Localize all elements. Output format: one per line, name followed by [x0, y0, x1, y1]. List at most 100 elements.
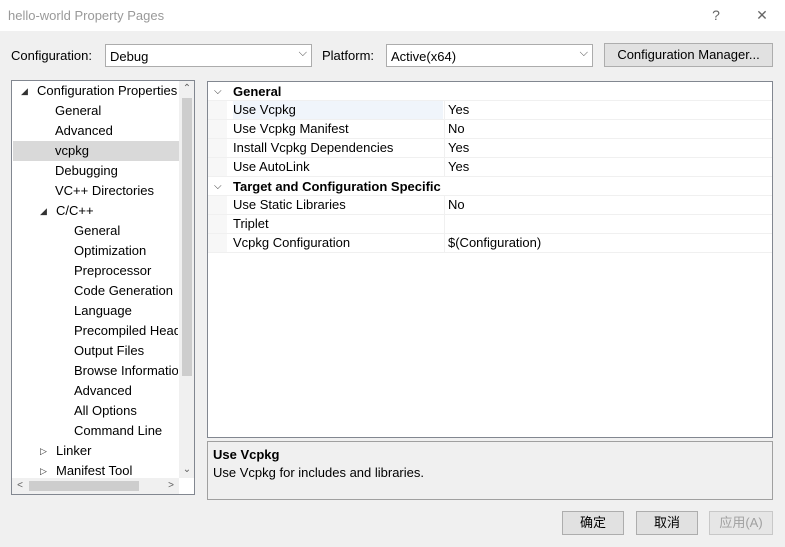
collapsed-arrow-icon[interactable]: ▷	[40, 441, 47, 461]
tree-item[interactable]: Precompiled Headers	[12, 321, 178, 341]
category-title: Target and Configuration Specific	[233, 179, 441, 194]
tree-item-label: C/C++	[56, 203, 94, 218]
tree-item[interactable]: ◢ Configuration Properties	[12, 81, 178, 101]
property-name: Triplet	[233, 216, 269, 231]
tree-item[interactable]: Optimization	[12, 241, 178, 261]
tree-item[interactable]: ▷ Linker	[12, 441, 178, 461]
scroll-thumb[interactable]	[182, 98, 192, 376]
row-gutter	[208, 101, 227, 119]
property-value[interactable]: Yes	[448, 158, 469, 176]
chevron-down-icon: ⌵	[579, 47, 588, 59]
property-name: Use Static Libraries	[233, 197, 346, 212]
tree-item-label: Debugging	[55, 163, 118, 178]
property-row[interactable]: Use Vcpkg Manifest No	[208, 120, 772, 139]
tree-item[interactable]: Advanced	[12, 381, 178, 401]
tree-horizontal-scrollbar[interactable]: < >	[12, 478, 179, 494]
help-button[interactable]: ?	[693, 0, 739, 31]
cancel-button[interactable]: 取消	[636, 511, 698, 535]
expanded-arrow-icon[interactable]: ◢	[40, 201, 47, 221]
chevron-down-icon: ⌵	[298, 47, 307, 59]
scroll-up-icon[interactable]: ⌃	[179, 81, 194, 97]
platform-value: Active(x64)	[391, 49, 457, 64]
tree-item-label: All Options	[74, 403, 137, 418]
platform-dropdown[interactable]: Active(x64) ⌵	[386, 44, 593, 67]
row-gutter	[208, 215, 227, 233]
tree-vertical-scrollbar[interactable]: ⌃ ⌄	[179, 81, 194, 478]
ok-button[interactable]: 确定	[562, 511, 624, 535]
tree-item-label: General	[55, 103, 102, 118]
chevron-down-icon[interactable]: ⌵	[214, 82, 222, 101]
tree-item[interactable]: Browse Information	[12, 361, 178, 381]
property-row[interactable]: Triplet	[208, 215, 772, 234]
property-tree[interactable]: ◢ Configuration Properties General Advanced…	[11, 80, 195, 495]
property-row[interactable]: Use Vcpkg Yes	[208, 101, 772, 120]
tree-item[interactable]: VC++ Directories	[12, 181, 178, 201]
tree-item-label: Configuration Properties	[37, 83, 178, 98]
window-title: hello-world Property Pages	[8, 8, 165, 23]
tree-item[interactable]: All Options	[12, 401, 178, 421]
tree-item-label: Advanced	[55, 123, 113, 138]
column-divider	[444, 234, 445, 252]
property-grid[interactable]: ⌵ General Use Vcpkg Yes Use Vcpkg Manifest No…	[207, 81, 773, 438]
description-body: Use Vcpkg for includes and libraries.	[213, 465, 424, 480]
tree-item-label: Advanced	[74, 383, 132, 398]
chevron-down-icon[interactable]: ⌵	[214, 177, 222, 196]
scroll-right-icon[interactable]: >	[163, 478, 179, 494]
property-row[interactable]: Vcpkg Configuration $(Configuration)	[208, 234, 772, 253]
configuration-manager-button[interactable]: Configuration Manager...	[604, 43, 773, 67]
tree-item[interactable]: Debugging	[12, 161, 178, 181]
tree-item[interactable]: ◢ C/C++	[12, 201, 178, 221]
property-value[interactable]: $(Configuration)	[448, 234, 541, 252]
row-gutter	[208, 120, 227, 138]
property-name: Use Vcpkg	[233, 101, 443, 119]
property-name: Use AutoLink	[233, 159, 310, 174]
row-gutter	[208, 139, 227, 157]
tree-item[interactable]: General	[12, 101, 178, 121]
column-divider	[444, 139, 445, 157]
property-value[interactable]: No	[448, 196, 465, 214]
scroll-down-icon[interactable]: ⌄	[179, 462, 194, 478]
tree-item[interactable]: Preprocessor	[12, 261, 178, 281]
tree-item[interactable]: Command Line	[12, 421, 178, 441]
tree-item[interactable]: Code Generation	[12, 281, 178, 301]
property-name: Install Vcpkg Dependencies	[233, 140, 394, 155]
tree-item-label: Linker	[56, 443, 92, 458]
property-value[interactable]: No	[448, 120, 465, 138]
tree-item-label: General	[74, 223, 121, 238]
property-value[interactable]: Yes	[448, 139, 469, 157]
tree-item[interactable]: Output Files	[12, 341, 178, 361]
property-name: Use Vcpkg Manifest	[233, 121, 349, 136]
tree-item[interactable]: General	[12, 221, 178, 241]
description-panel: Use Vcpkg Use Vcpkg for includes and lib…	[207, 441, 773, 500]
property-row[interactable]: Use Static Libraries No	[208, 196, 772, 215]
row-gutter	[208, 234, 227, 252]
tree-item[interactable]: vcpkg	[12, 141, 178, 161]
column-divider	[444, 158, 445, 176]
description-title: Use Vcpkg	[213, 447, 280, 462]
property-row[interactable]: Install Vcpkg Dependencies Yes	[208, 139, 772, 158]
scroll-thumb[interactable]	[29, 481, 139, 491]
configuration-value: Debug	[110, 49, 149, 64]
column-divider	[444, 101, 445, 119]
tree-item-label: Code Generation	[74, 283, 174, 298]
property-category[interactable]: ⌵ General	[208, 82, 772, 101]
configuration-dropdown[interactable]: Debug ⌵	[105, 44, 312, 67]
column-divider	[444, 120, 445, 138]
property-name: Vcpkg Configuration	[233, 235, 351, 250]
platform-label: Platform:	[322, 48, 375, 63]
configuration-label: Configuration:	[11, 48, 92, 63]
property-category[interactable]: ⌵ Target and Configuration Specific	[208, 177, 772, 196]
scroll-left-icon[interactable]: <	[12, 478, 28, 494]
column-divider	[444, 215, 445, 233]
expanded-arrow-icon[interactable]: ◢	[21, 81, 28, 101]
category-title: General	[233, 84, 282, 99]
tree-item-label: Precompiled Headers	[74, 323, 178, 338]
property-value[interactable]: Yes	[448, 101, 469, 119]
close-button[interactable]: ✕	[739, 0, 785, 31]
property-row[interactable]: Use AutoLink Yes	[208, 158, 772, 177]
apply-button[interactable]: 应用(A)	[709, 511, 773, 535]
tree-item[interactable]: Language	[12, 301, 178, 321]
column-divider	[444, 196, 445, 214]
tree-item[interactable]: Advanced	[12, 121, 178, 141]
row-gutter	[208, 158, 227, 176]
